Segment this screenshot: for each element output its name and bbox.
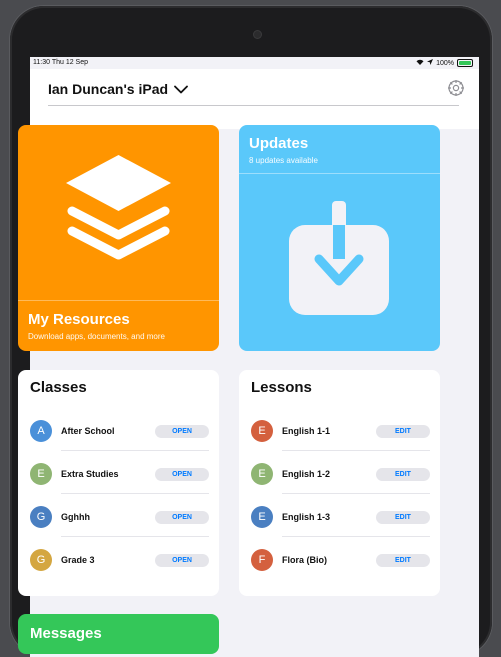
updates-divider [239,173,440,174]
avatar: E [251,506,273,528]
class-name: After School [61,426,115,436]
lesson-name: English 1-1 [282,426,331,436]
resources-title: My Resources [28,311,130,328]
lesson-row[interactable]: F Flora (Bio) EDIT [251,548,430,572]
avatar: E [251,420,273,442]
wifi-icon [416,59,424,67]
status-time: 11:30 Thu 12 Sep [33,59,89,66]
open-button[interactable]: OPEN [155,467,209,481]
battery-fill [459,61,471,65]
class-row[interactable]: A After School OPEN [30,419,209,443]
device-name: Ian Duncan's iPad [48,81,169,97]
lesson-row[interactable]: E English 1-2 EDIT [251,462,430,486]
lesson-name: English 1-3 [282,512,331,522]
class-row[interactable]: E Extra Studies OPEN [30,462,209,486]
resources-subtitle: Download apps, documents, and more [28,332,165,341]
class-name: Extra Studies [61,469,119,479]
updates-subtitle: 8 updates available [249,156,318,165]
class-name: Grade 3 [61,555,95,565]
status-right: 100% [416,59,473,67]
status-bar: 11:30 Thu 12 Sep 100% [30,57,479,69]
lessons-title: Lessons [251,379,312,396]
battery-icon [457,59,473,67]
download-icon [287,201,391,322]
avatar: F [251,549,273,571]
classes-title: Classes [30,379,87,396]
row-divider [282,536,430,537]
avatar: G [30,506,52,528]
edit-button[interactable]: EDIT [376,467,430,481]
chevron-down-icon [174,81,188,97]
messages-card[interactable]: Messages [18,614,219,654]
edit-button[interactable]: EDIT [376,553,430,567]
lesson-name: Flora (Bio) [282,555,327,565]
open-button[interactable]: OPEN [155,510,209,524]
updates-title: Updates [249,135,309,152]
class-row[interactable]: G Gghhh OPEN [30,505,209,529]
row-divider [61,536,209,537]
lesson-row[interactable]: E English 1-3 EDIT [251,505,430,529]
row-divider [282,493,430,494]
edit-button[interactable]: EDIT [376,510,430,524]
open-button[interactable]: OPEN [155,553,209,567]
avatar: E [251,463,273,485]
settings-gear-icon[interactable] [447,79,465,97]
header-divider [48,105,459,106]
classes-card: Classes A After School OPEN E Extra Stud… [18,370,219,596]
open-button[interactable]: OPEN [155,424,209,438]
edit-button[interactable]: EDIT [376,424,430,438]
lesson-row[interactable]: E English 1-1 EDIT [251,419,430,443]
row-divider [282,450,430,451]
resources-divider [18,300,219,301]
row-divider [61,493,209,494]
lesson-name: English 1-2 [282,469,331,479]
row-divider [61,450,209,451]
location-icon [427,59,434,67]
updates-card[interactable]: Updates 8 updates available [239,125,440,351]
class-row[interactable]: G Grade 3 OPEN [30,548,209,572]
camera-dot [254,31,261,38]
layers-icon [60,153,177,268]
avatar: A [30,420,52,442]
lessons-card: Lessons E English 1-1 EDIT E English 1-2… [239,370,440,596]
class-name: Gghhh [61,512,90,522]
battery-percent: 100% [436,59,454,67]
device-selector[interactable]: Ian Duncan's iPad [48,81,188,97]
messages-title: Messages [30,625,102,642]
my-resources-card[interactable]: My Resources Download apps, documents, a… [18,125,219,351]
avatar: G [30,549,52,571]
header: Ian Duncan's iPad [30,69,479,129]
avatar: E [30,463,52,485]
